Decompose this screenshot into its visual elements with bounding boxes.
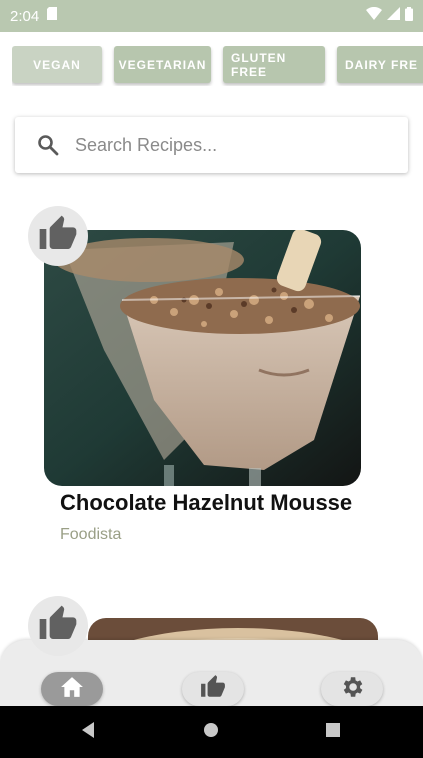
status-left: 2:04 — [10, 7, 58, 25]
home-icon — [58, 675, 86, 704]
chip-label: GLUTEN FREE — [231, 50, 287, 79]
recipe-image[interactable] — [44, 230, 361, 486]
sd-card-icon — [47, 7, 58, 25]
nav-home-button[interactable] — [41, 672, 103, 706]
search-input[interactable] — [73, 133, 377, 157]
like-button[interactable] — [28, 206, 88, 266]
back-button[interactable] — [80, 721, 96, 744]
recents-square-icon — [325, 722, 341, 743]
home-circle-icon — [203, 722, 219, 743]
recipe-source: Foodista — [60, 526, 122, 543]
back-triangle-icon — [80, 721, 96, 744]
gear-icon — [339, 674, 365, 705]
thumbs-up-icon — [38, 214, 78, 259]
chip-label: VEGAN — [33, 57, 81, 72]
system-navigation-bar — [0, 706, 423, 758]
chip-vegan[interactable]: VEGAN — [12, 46, 102, 83]
search-icon — [37, 134, 59, 156]
chip-dairy-free[interactable]: DAIRY FRE — [337, 46, 423, 83]
search-bar[interactable] — [15, 117, 408, 173]
chip-vegetarian[interactable]: VEGETARIAN — [114, 46, 211, 83]
home-system-button[interactable] — [203, 722, 219, 743]
status-time: 2:04 — [10, 7, 40, 25]
status-bar: 2:04 — [0, 0, 423, 32]
filter-chips: VEGAN VEGETARIAN GLUTEN FREE DAIRY FRE — [12, 46, 423, 86]
cell-signal-icon — [387, 7, 400, 25]
chip-label: VEGETARIAN — [118, 57, 207, 72]
recipe-title[interactable]: Chocolate Hazelnut Mousse — [60, 490, 352, 516]
thumbs-up-icon — [200, 674, 226, 705]
status-right — [366, 6, 413, 26]
recents-button[interactable] — [325, 722, 341, 743]
like-button[interactable] — [28, 596, 88, 656]
nav-settings-button[interactable] — [321, 672, 383, 706]
wifi-icon — [366, 6, 382, 25]
thumbs-up-icon — [38, 604, 78, 649]
battery-icon — [405, 6, 413, 26]
chip-label: DAIRY FRE — [345, 57, 419, 72]
chip-gluten-free[interactable]: GLUTEN FREE — [223, 46, 325, 83]
nav-favorites-button[interactable] — [182, 672, 244, 706]
